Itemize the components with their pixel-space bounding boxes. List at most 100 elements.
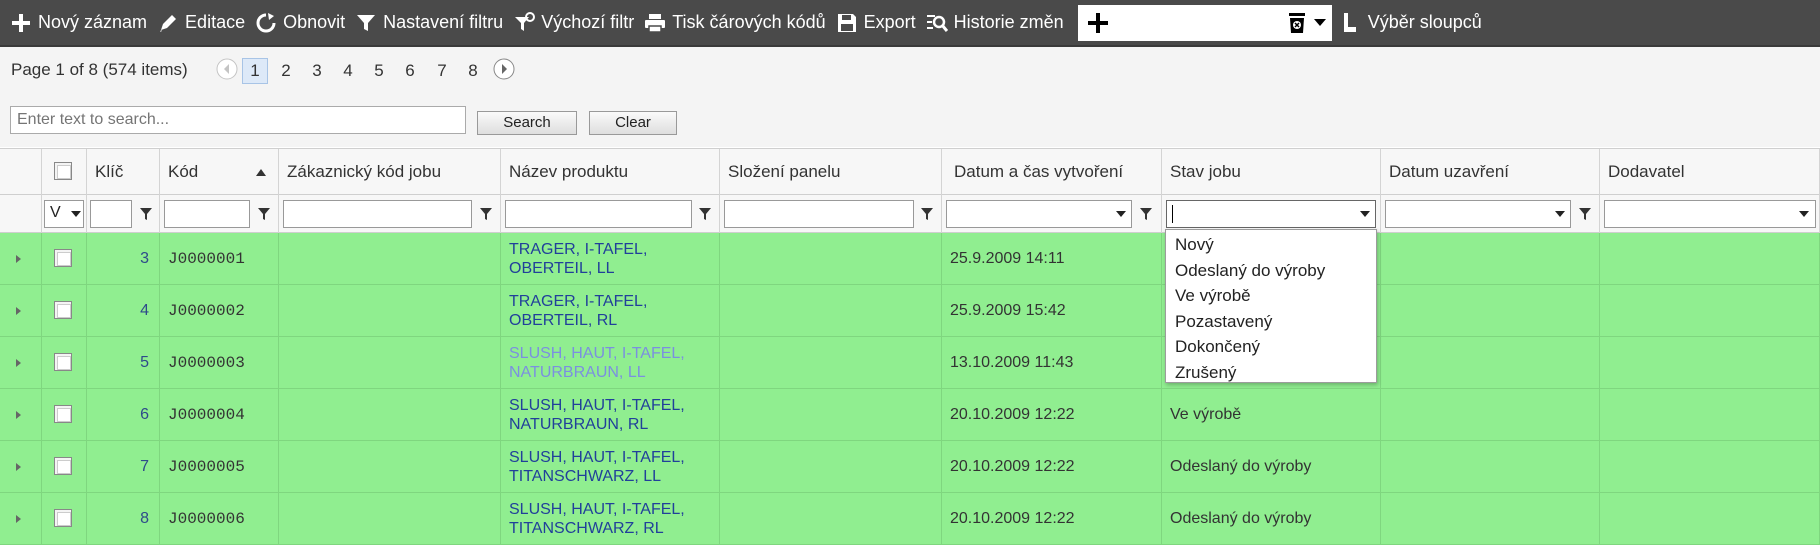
code-value: J0000002 — [168, 302, 245, 320]
filter-settings-button[interactable]: Nastavení filtru — [353, 0, 511, 45]
export-button[interactable]: Export — [834, 0, 924, 45]
state-option-cancelled[interactable]: Zrušený — [1166, 360, 1376, 386]
table-row[interactable]: 8 J0000006 SLUSH, HAUT, I-TAFEL, TITANSC… — [0, 493, 1820, 545]
chevron-down-icon — [1799, 211, 1809, 217]
closed-filter-dropdown[interactable] — [1385, 200, 1571, 228]
page-3[interactable]: 3 — [304, 58, 330, 84]
filter-funnel-icon[interactable] — [1140, 207, 1152, 221]
table-row[interactable]: 7 J0000005 SLUSH, HAUT, I-TAFEL, TITANSC… — [0, 441, 1820, 493]
created-cell: 25.9.2009 15:42 — [942, 285, 1162, 337]
trash-icon[interactable] — [1286, 11, 1308, 35]
edit-button[interactable]: Editace — [155, 0, 253, 45]
toolbar-combo[interactable] — [1077, 4, 1332, 41]
select-filter-dropdown[interactable]: V — [44, 200, 84, 228]
filter-created-cell — [942, 195, 1162, 233]
filter-funnel-icon[interactable] — [1579, 207, 1591, 221]
state-option-new[interactable]: Nový — [1166, 232, 1376, 258]
filter-funnel-icon[interactable] — [921, 207, 933, 221]
supplier-filter-dropdown[interactable] — [1604, 200, 1816, 228]
key-cell: 6 — [87, 389, 160, 441]
filter-closed-cell — [1381, 195, 1600, 233]
product-filter-input[interactable] — [505, 200, 692, 228]
filter-funnel-icon[interactable] — [140, 207, 152, 221]
key-filter-input[interactable] — [90, 200, 132, 228]
filter-funnel-icon[interactable] — [480, 207, 492, 221]
product-link[interactable]: SLUSH, HAUT, I-TAFEL, NATURBRAUN, LL — [509, 337, 709, 389]
header-panel-composition[interactable]: Složení panelu — [720, 149, 942, 196]
product-link[interactable]: SLUSH, HAUT, I-TAFEL, NATURBRAUN, RL — [509, 389, 709, 441]
header-closed-date[interactable]: Datum uzavření — [1381, 149, 1600, 196]
code-value: J0000004 — [168, 406, 245, 424]
header-job-state[interactable]: Stav jobu — [1162, 149, 1381, 196]
code-cell: J0000005 — [160, 441, 279, 493]
select-cell — [42, 233, 87, 285]
new-record-button[interactable]: Nový záznam — [8, 0, 155, 45]
history-button[interactable]: Historie změn — [924, 0, 1072, 45]
state-filter-dropdown[interactable] — [1166, 200, 1376, 228]
key-cell: 3 — [87, 233, 160, 285]
filter-funnel-icon[interactable] — [699, 207, 711, 221]
created-filter-dropdown[interactable] — [946, 200, 1132, 228]
header-code[interactable]: Kód — [160, 149, 279, 196]
panel-filter-input[interactable] — [724, 200, 914, 228]
column-chooser-button[interactable]: Výběr sloupců — [1338, 0, 1490, 45]
table-row[interactable]: 6 J0000004 SLUSH, HAUT, I-TAFEL, NATURBR… — [0, 389, 1820, 441]
column-chooser-icon — [1343, 12, 1356, 32]
table-row[interactable]: 4 J0000002 TRAGER, I-TAFEL, OBERTEIL, RL… — [0, 285, 1820, 337]
row-checkbox[interactable] — [54, 301, 72, 319]
table-row[interactable]: 3 J0000001 TRAGER, I-TAFEL, OBERTEIL, LL… — [0, 233, 1820, 285]
customer-code-cell — [279, 285, 501, 337]
save-disk-icon — [837, 13, 856, 32]
default-filter-button[interactable]: Výchozí filtr — [511, 0, 642, 45]
search-button[interactable]: Search — [477, 111, 577, 135]
product-link[interactable]: TRAGER, I-TAFEL, OBERTEIL, RL — [509, 285, 709, 337]
page-1[interactable]: 1 — [242, 58, 268, 84]
print-barcodes-button[interactable]: Tisk čárových kódů — [642, 0, 833, 45]
customer-code-filter-input[interactable] — [283, 200, 472, 228]
expander-cell — [0, 441, 42, 493]
prev-page-icon[interactable] — [216, 58, 238, 80]
page-5[interactable]: 5 — [366, 58, 392, 84]
header-key[interactable]: Klíč — [87, 149, 160, 196]
row-checkbox[interactable] — [54, 249, 72, 267]
page-4[interactable]: 4 — [335, 58, 361, 84]
header-customer-job-code[interactable]: Zákaznický kód jobu — [279, 149, 501, 196]
filter-panel-cell — [720, 195, 942, 233]
chevron-down-icon — [1116, 211, 1126, 217]
state-option-in-production[interactable]: Ve výrobě — [1166, 283, 1376, 309]
plus-icon[interactable] — [1086, 11, 1110, 35]
state-option-sent[interactable]: Odeslaný do výroby — [1166, 258, 1376, 284]
header-select-all[interactable] — [42, 149, 87, 196]
filter-funnel-icon[interactable] — [258, 207, 270, 221]
table-row[interactable]: 5 J0000003 SLUSH, HAUT, I-TAFEL, NATURBR… — [0, 337, 1820, 389]
code-cell: J0000006 — [160, 493, 279, 545]
header-product-name[interactable]: Název produktu — [501, 149, 720, 196]
state-option-done[interactable]: Dokončený — [1166, 334, 1376, 360]
next-page-icon[interactable] — [493, 58, 515, 80]
select-all-checkbox[interactable] — [54, 162, 72, 180]
product-link[interactable]: SLUSH, HAUT, I-TAFEL, TITANSCHWARZ, RL — [509, 493, 709, 545]
clear-button[interactable]: Clear — [589, 111, 677, 135]
customer-code-cell — [279, 441, 501, 493]
header-supplier[interactable]: Dodavatel — [1600, 149, 1820, 196]
row-checkbox[interactable] — [54, 405, 72, 423]
closed-cell — [1381, 441, 1600, 493]
page-6[interactable]: 6 — [397, 58, 423, 84]
state-cell: Odeslaný do výroby — [1162, 493, 1381, 545]
page-8[interactable]: 8 — [460, 58, 486, 84]
row-checkbox[interactable] — [54, 353, 72, 371]
page-7[interactable]: 7 — [429, 58, 455, 84]
page-2[interactable]: 2 — [273, 58, 299, 84]
header-created[interactable]: Datum a čas vytvoření — [942, 149, 1162, 196]
product-link[interactable]: SLUSH, HAUT, I-TAFEL, TITANSCHWARZ, LL — [509, 441, 709, 493]
state-option-paused[interactable]: Pozastavený — [1166, 309, 1376, 335]
row-checkbox[interactable] — [54, 457, 72, 475]
chevron-down-icon[interactable] — [1313, 18, 1326, 27]
code-filter-input[interactable] — [164, 200, 250, 228]
refresh-button[interactable]: Obnovit — [253, 0, 353, 45]
search-input[interactable] — [10, 106, 466, 134]
created-value: 25.9.2009 14:11 — [950, 250, 1065, 267]
row-checkbox[interactable] — [54, 509, 72, 527]
product-link[interactable]: TRAGER, I-TAFEL, OBERTEIL, LL — [509, 233, 709, 285]
filter-settings-label: Nastavení filtru — [383, 12, 504, 32]
